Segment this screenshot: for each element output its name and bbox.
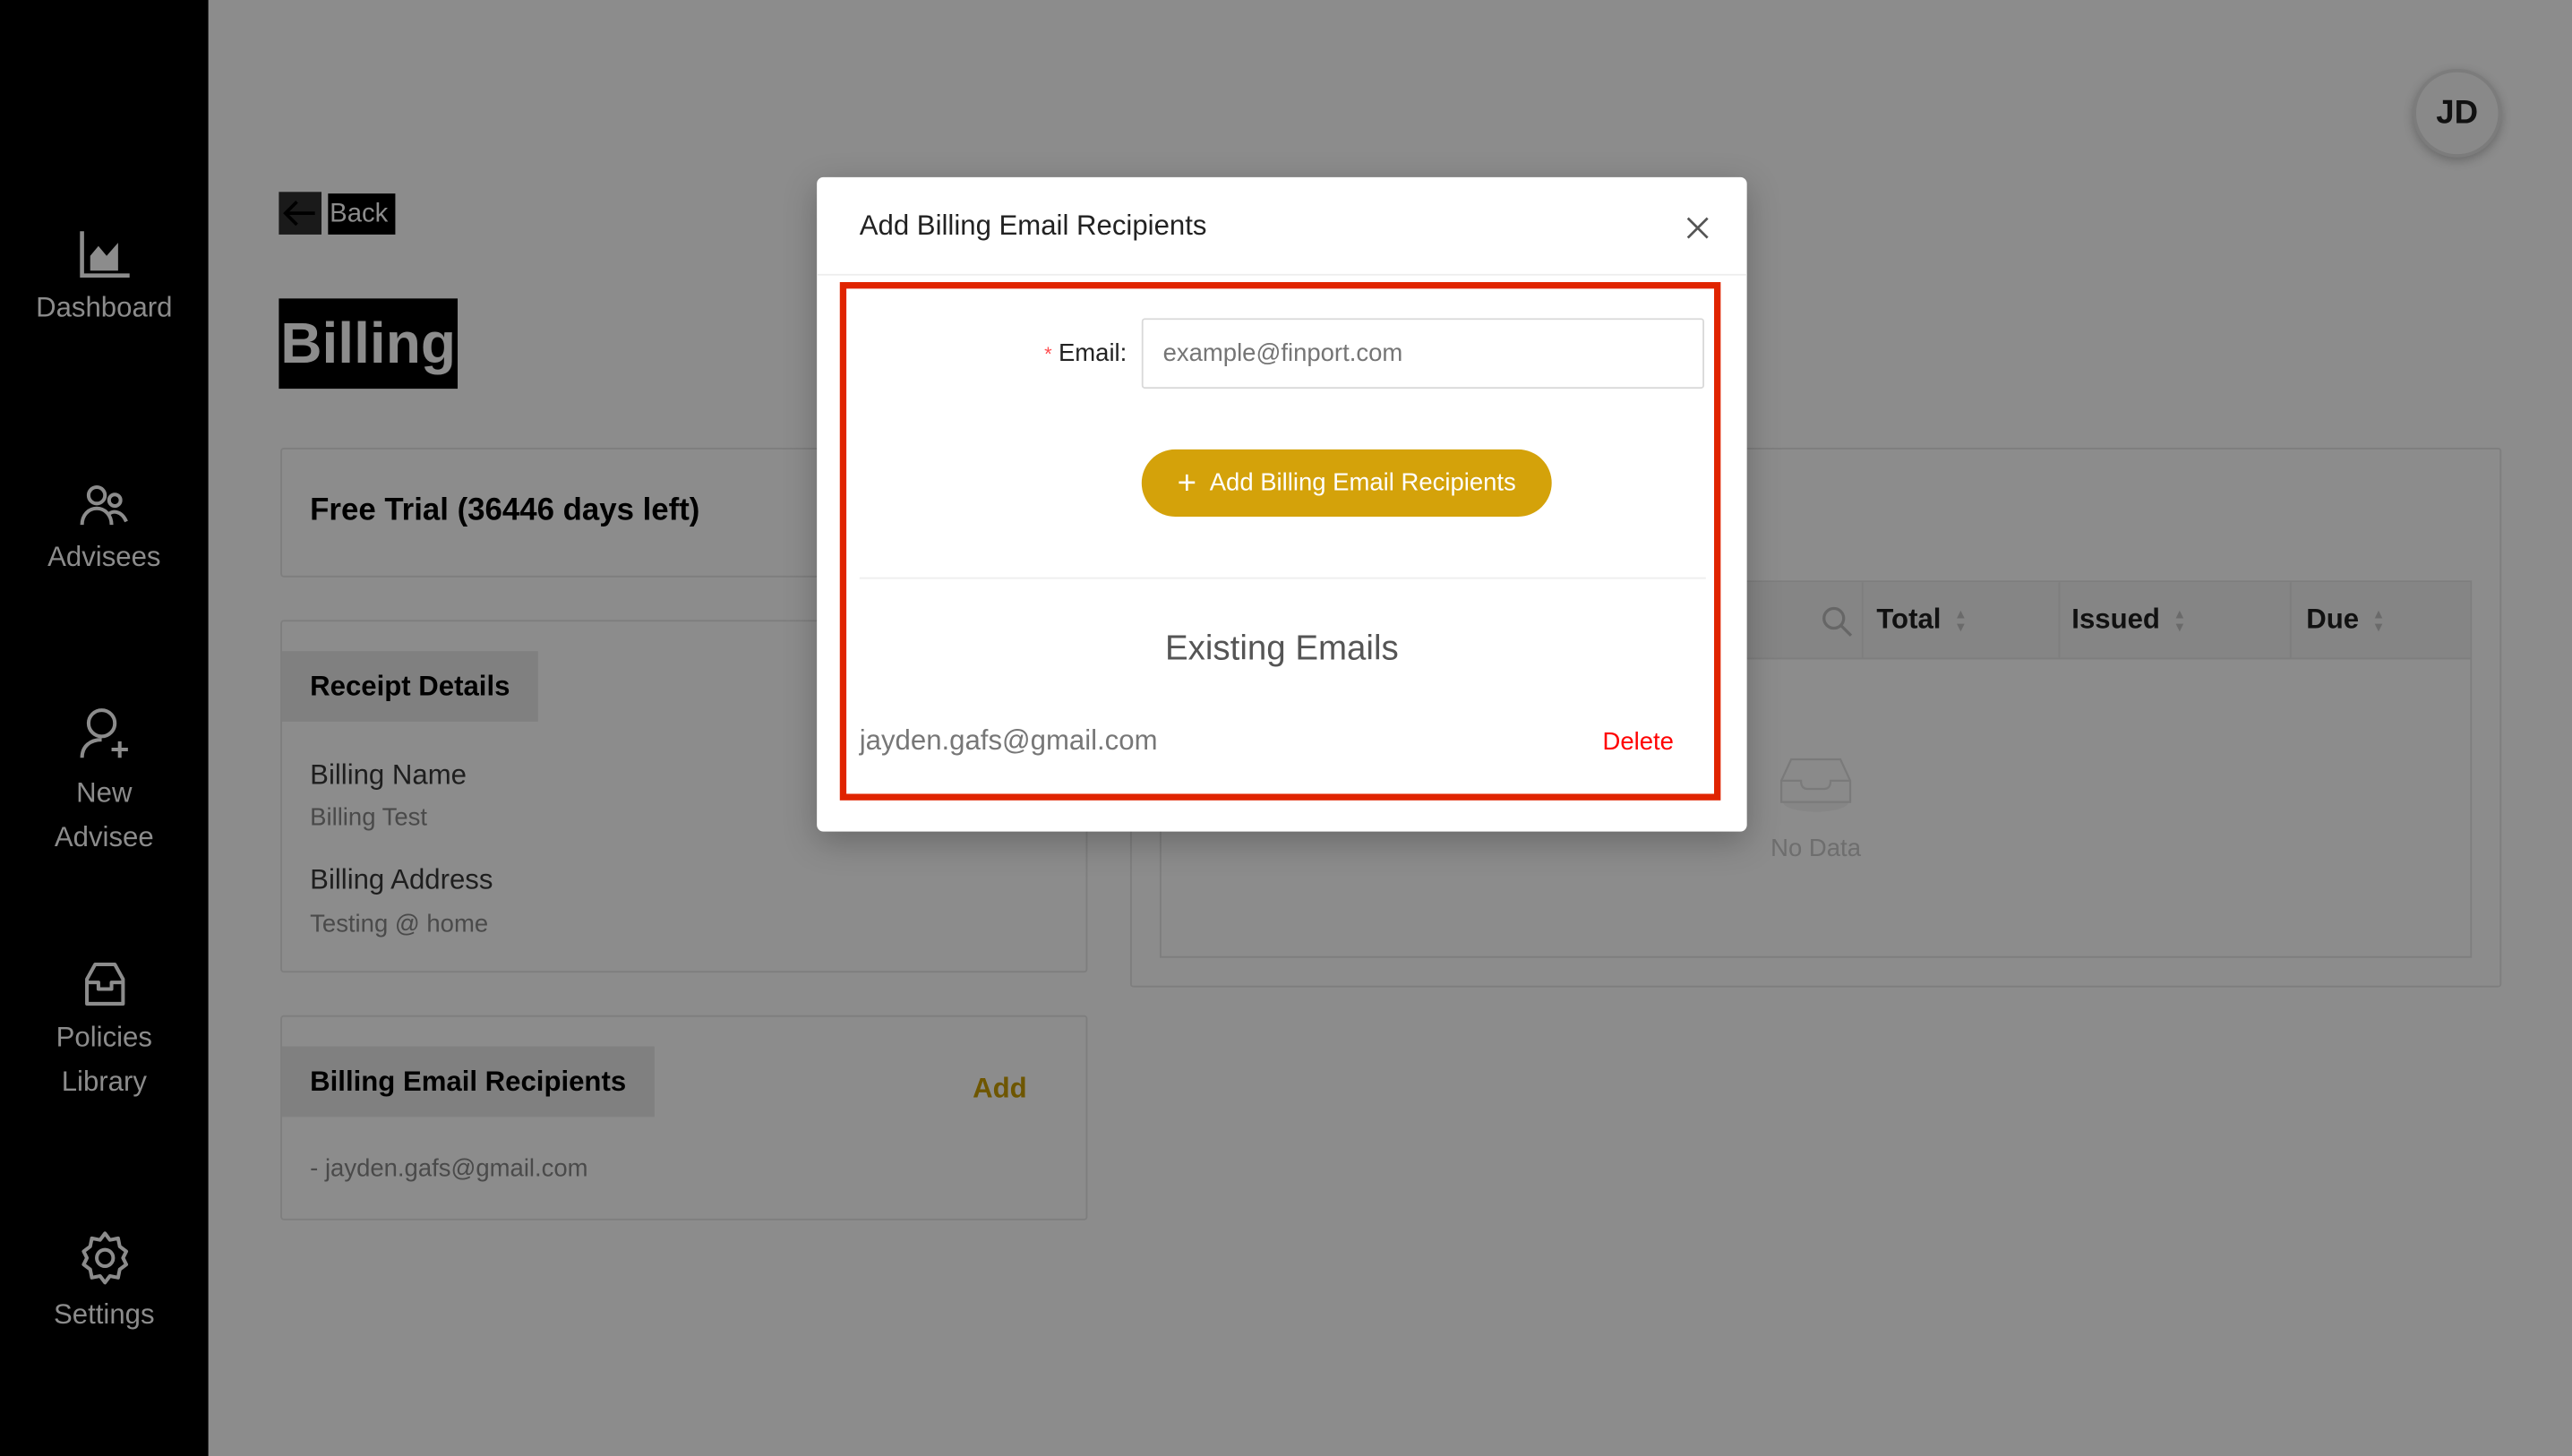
email-label: * Email: — [1044, 339, 1127, 368]
sidebar-item-label: Policies — [56, 1022, 152, 1053]
add-billing-email-modal: Add Billing Email Recipients *Email: +Ad… — [817, 176, 1747, 832]
gear-icon — [81, 1231, 128, 1285]
recipient-item: - jayden.gafs@gmail.com — [310, 1154, 588, 1183]
app: Dashboard Advisees New Advisee Policies … — [0, 0, 2572, 1456]
close-icon[interactable] — [1685, 215, 1710, 241]
sidebar-item-advisees[interactable]: Advisees — [0, 482, 209, 578]
add-recipient-link[interactable]: Add — [973, 1073, 1027, 1106]
avatar[interactable]: JD — [2413, 68, 2502, 158]
email-input[interactable] — [1141, 318, 1705, 390]
sidebar-item-label: New — [76, 777, 133, 809]
back-link[interactable]: Back — [328, 193, 395, 235]
modal-title: Add Billing Email Recipients — [859, 210, 1207, 242]
search-icon[interactable] — [1821, 605, 1854, 638]
page-title: Billing — [279, 298, 458, 390]
empty-text: No Data — [1770, 835, 1861, 863]
sort-icon: ▲ ▼ — [1954, 605, 1968, 634]
billing-address-label: Billing Address — [310, 864, 493, 896]
plus-icon: + — [1177, 466, 1197, 502]
sidebar-item-label: Library — [61, 1066, 147, 1098]
billing-address-value: Testing @ home — [310, 910, 489, 938]
sidebar-item-label: Advisee — [54, 821, 154, 853]
billing-name-value: Billing Test — [310, 803, 428, 832]
column-due[interactable]: Due ▲ ▼ — [2306, 604, 2385, 637]
arrow-left-icon — [283, 200, 315, 227]
empty-inbox-icon — [1780, 758, 1852, 812]
area-chart-icon — [79, 231, 129, 278]
billing-email-recipients-tab: Billing Email Recipients — [282, 1046, 655, 1118]
back-button[interactable] — [279, 192, 322, 235]
add-billing-email-button[interactable]: + Add Billing Email Recipients — [1141, 449, 1552, 517]
user-add-icon — [79, 708, 127, 758]
plan-title: Free Trial (36446 days left) — [310, 493, 700, 528]
users-icon — [79, 484, 127, 526]
sort-icon: ▲ ▼ — [2173, 605, 2187, 634]
billing-name-label: Billing Name — [310, 759, 467, 791]
column-issued[interactable]: Issued ▲ ▼ — [2071, 604, 2186, 637]
delete-email-button[interactable]: Delete — [1602, 728, 1673, 756]
billing-email-recipients-card: Billing Email Recipients Add - jayden.ga… — [280, 1015, 1088, 1220]
sidebar: Dashboard Advisees New Advisee Policies … — [0, 0, 209, 1456]
sidebar-item-policies-library[interactable]: Policies Library — [0, 959, 209, 1103]
existing-email: jayden.gafs@gmail.com — [859, 724, 1158, 757]
receipt-details-tab: Receipt Details — [282, 651, 538, 722]
inbox-icon — [84, 962, 124, 1006]
sidebar-item-new-advisee[interactable]: New Advisee — [0, 706, 209, 860]
sort-icon: ▲ ▼ — [2371, 605, 2386, 634]
sidebar-item-settings[interactable]: Settings — [0, 1230, 209, 1337]
existing-emails-title: Existing Emails — [1164, 630, 1399, 668]
sidebar-item-label: Advisees — [47, 541, 161, 573]
sidebar-item-dashboard[interactable]: Dashboard — [0, 229, 209, 330]
column-total[interactable]: Total ▲ ▼ — [1876, 604, 1967, 637]
sidebar-item-label: Settings — [54, 1298, 155, 1331]
sidebar-item-label: Dashboard — [36, 292, 173, 323]
